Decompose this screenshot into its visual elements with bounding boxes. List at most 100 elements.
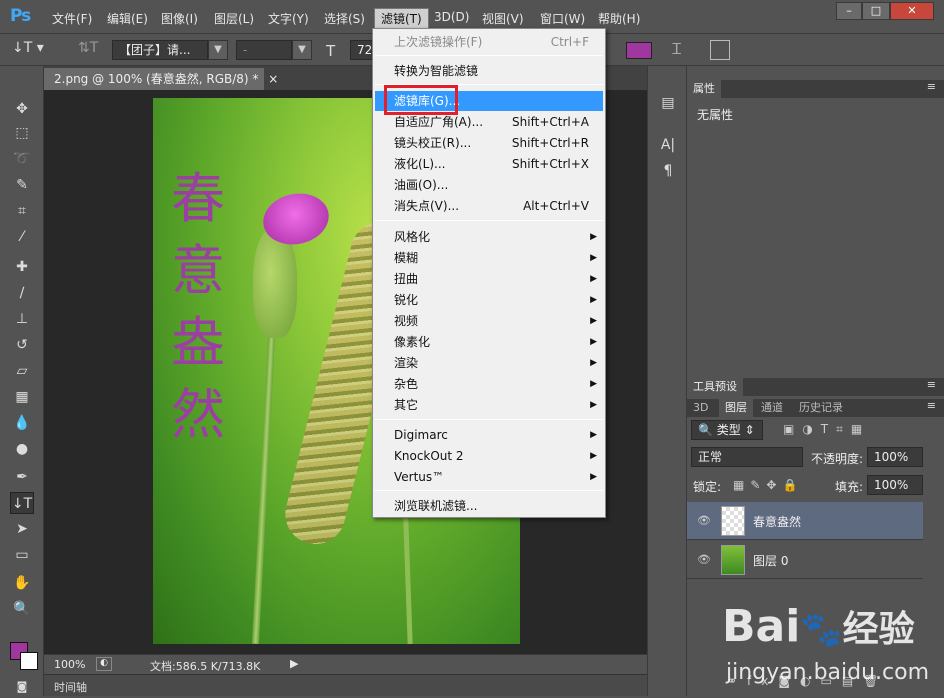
- layer-row-text[interactable]: 👁 春意盎然: [687, 502, 923, 540]
- canvas-text-char-2[interactable]: 意: [171, 240, 225, 302]
- document-tab[interactable]: 2.png @ 100% (春意盎然, RGB/8) * ×: [44, 68, 278, 90]
- font-style-dropdown-icon[interactable]: ▼: [292, 40, 312, 60]
- tab-history[interactable]: 历史记录: [793, 399, 849, 417]
- menu-layer[interactable]: 图层(L): [214, 10, 254, 27]
- menu-item-browse-online-filters[interactable]: 浏览联机滤镜...: [373, 496, 605, 516]
- panel-menu-icon[interactable]: ≡: [927, 80, 936, 93]
- paragraph-icon[interactable]: ¶: [657, 160, 679, 182]
- status-arrow-icon[interactable]: ▶: [290, 657, 298, 670]
- status-icon[interactable]: ◐: [96, 657, 112, 671]
- font-family-dropdown-icon[interactable]: ▼: [208, 40, 228, 60]
- menu-item-oil-paint[interactable]: 油画(O)...: [373, 175, 605, 195]
- layer-filter-select[interactable]: 🔍 类型 ⇕: [691, 420, 763, 440]
- menu-item-liquify[interactable]: 液化(L)... Shift+Ctrl+X: [373, 154, 605, 174]
- menu-filter[interactable]: 滤镜(T): [374, 8, 429, 29]
- font-family-select[interactable]: 【团子】请...: [112, 40, 208, 60]
- menu-item-convert-smart-filter[interactable]: 转换为智能滤镜: [373, 61, 605, 81]
- warp-text-icon[interactable]: Ꮖ: [672, 40, 682, 58]
- background-color-swatch[interactable]: [20, 652, 38, 670]
- dodge-tool-icon[interactable]: ●: [10, 438, 34, 460]
- layer-name[interactable]: 图层 0: [753, 552, 788, 569]
- close-tab-icon[interactable]: ×: [268, 72, 278, 86]
- quick-mask-icon[interactable]: ◙: [10, 676, 34, 698]
- tab-tool-presets[interactable]: 工具预设: [687, 378, 743, 396]
- menu-3d[interactable]: 3D(D): [434, 10, 469, 24]
- menu-file[interactable]: 文件(F): [52, 10, 92, 27]
- hand-tool-icon[interactable]: ✋: [10, 572, 34, 594]
- paragraph-styles-icon[interactable]: ▤: [657, 92, 679, 114]
- blend-mode-select[interactable]: 正常: [691, 447, 803, 467]
- layer-row-image[interactable]: 👁 图层 0: [687, 541, 923, 579]
- font-style-select[interactable]: -: [236, 40, 292, 60]
- menu-item-lens-correction[interactable]: 镜头校正(R)... Shift+Ctrl+R: [373, 133, 605, 153]
- lasso-tool-icon[interactable]: ➰: [10, 148, 34, 170]
- menu-window[interactable]: 窗口(W): [540, 10, 585, 27]
- pen-tool-icon[interactable]: ✒: [10, 466, 34, 488]
- opacity-input[interactable]: 100%: [867, 447, 923, 467]
- menu-item-vanishing-point[interactable]: 消失点(V)... Alt+Ctrl+V: [373, 196, 605, 216]
- menu-item-stylize[interactable]: 风格化 ▶: [373, 227, 605, 247]
- menu-item-render[interactable]: 渲染 ▶: [373, 353, 605, 373]
- menu-item-pixelate[interactable]: 像素化 ▶: [373, 332, 605, 352]
- canvas-text-char-4[interactable]: 然: [171, 384, 225, 446]
- menu-item-other[interactable]: 其它 ▶: [373, 395, 605, 415]
- layer-name[interactable]: 春意盎然: [753, 513, 801, 530]
- menu-item-knockout[interactable]: KnockOut 2 ▶: [373, 446, 605, 466]
- menu-item-blur[interactable]: 模糊 ▶: [373, 248, 605, 268]
- orientation-toggle-icon[interactable]: ⇅T: [78, 40, 98, 56]
- eyedropper-tool-icon[interactable]: ⁄: [10, 226, 34, 248]
- fill-input[interactable]: 100%: [867, 475, 923, 495]
- path-selection-tool-icon[interactable]: ➤: [10, 518, 34, 540]
- canvas-text-char-3[interactable]: 盎: [171, 312, 225, 374]
- visibility-eye-icon[interactable]: 👁: [697, 514, 711, 527]
- panel-menu-icon[interactable]: ≡: [927, 378, 936, 391]
- menu-item-vertus[interactable]: Vertus™ ▶: [373, 467, 605, 487]
- close-button[interactable]: ✕: [890, 2, 934, 20]
- vertical-type-icon[interactable]: ↓T ▾: [12, 40, 58, 60]
- timeline-label[interactable]: 时间轴: [54, 679, 87, 695]
- menu-view[interactable]: 视图(V): [482, 10, 524, 27]
- menu-edit[interactable]: 编辑(E): [107, 10, 148, 27]
- crop-tool-icon[interactable]: ⌗: [10, 200, 34, 222]
- move-tool-icon[interactable]: ✥: [10, 98, 34, 120]
- canvas-text-char-1[interactable]: 春: [171, 168, 225, 230]
- menu-type[interactable]: 文字(Y): [268, 10, 309, 27]
- menu-image[interactable]: 图像(I): [161, 10, 198, 27]
- blur-tool-icon[interactable]: 💧: [10, 412, 34, 434]
- menu-item-adaptive-wide-angle[interactable]: 自适应广角(A)... Shift+Ctrl+A: [373, 112, 605, 132]
- minimize-button[interactable]: –: [836, 2, 862, 20]
- history-brush-tool-icon[interactable]: ↺: [10, 334, 34, 356]
- layer-filter-icons[interactable]: ▣◑T⌗▦: [783, 422, 870, 437]
- menu-select[interactable]: 选择(S): [324, 10, 365, 27]
- menu-item-noise[interactable]: 杂色 ▶: [373, 374, 605, 394]
- tab-3d[interactable]: 3D: [687, 399, 714, 417]
- clone-stamp-tool-icon[interactable]: ⊥: [10, 308, 34, 330]
- lock-icons[interactable]: ▦✎✥🔒: [733, 478, 803, 492]
- character-panel-icon[interactable]: [710, 40, 730, 60]
- zoom-tool-icon[interactable]: 🔍: [10, 598, 34, 620]
- tab-channels[interactable]: 通道: [755, 399, 789, 417]
- character-icon[interactable]: A|: [657, 134, 679, 156]
- tab-layers[interactable]: 图层: [719, 399, 753, 417]
- vertical-type-tool-icon[interactable]: ↓T: [10, 492, 34, 514]
- quick-select-tool-icon[interactable]: ✎: [10, 174, 34, 196]
- menu-item-video[interactable]: 视频 ▶: [373, 311, 605, 331]
- panel-menu-icon[interactable]: ≡: [927, 399, 936, 412]
- tab-properties[interactable]: 属性: [687, 80, 721, 98]
- brush-tool-icon[interactable]: ∕: [10, 282, 34, 304]
- zoom-level[interactable]: 100%: [54, 658, 85, 671]
- menu-item-digimarc[interactable]: Digimarc ▶: [373, 425, 605, 445]
- visibility-eye-icon[interactable]: 👁: [697, 553, 711, 566]
- maximize-button[interactable]: □: [862, 2, 890, 20]
- gradient-tool-icon[interactable]: ▦: [10, 386, 34, 408]
- layer-thumbnail: [721, 545, 745, 575]
- menu-help[interactable]: 帮助(H): [598, 10, 640, 27]
- menu-item-sharpen[interactable]: 锐化 ▶: [373, 290, 605, 310]
- marquee-tool-icon[interactable]: ⬚: [10, 122, 34, 144]
- eraser-tool-icon[interactable]: ▱: [10, 360, 34, 382]
- rectangle-tool-icon[interactable]: ▭: [10, 544, 34, 566]
- font-size-input[interactable]: 72: [350, 40, 374, 60]
- healing-brush-tool-icon[interactable]: ✚: [10, 256, 34, 278]
- text-color-swatch[interactable]: [626, 42, 652, 59]
- menu-item-distort[interactable]: 扭曲 ▶: [373, 269, 605, 289]
